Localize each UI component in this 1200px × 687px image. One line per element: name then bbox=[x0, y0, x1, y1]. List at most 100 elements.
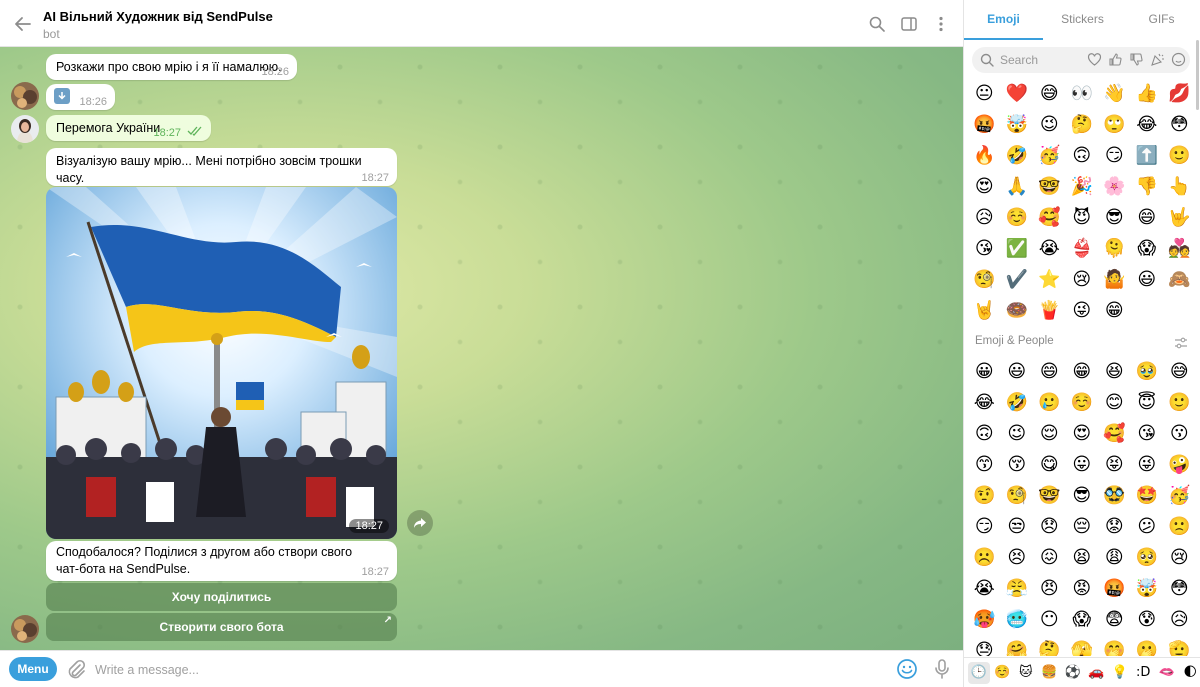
emoji-item[interactable]: 😅 bbox=[1033, 78, 1066, 109]
message-bubble[interactable]: Сподобалося? Поділися з другом або створ… bbox=[46, 541, 397, 581]
emoji-item[interactable]: 🙃 bbox=[968, 418, 1001, 449]
emoji-item[interactable]: 🥰 bbox=[1098, 418, 1131, 449]
emoji-item[interactable]: 🥲 bbox=[1033, 387, 1066, 418]
emoji-item[interactable]: 👀 bbox=[1066, 78, 1099, 109]
emoji-category-tab[interactable]: 🕒 bbox=[968, 661, 990, 684]
emoji-item[interactable]: 😓 bbox=[968, 635, 1001, 656]
emoji-item[interactable]: 🙁 bbox=[1163, 511, 1196, 542]
emoji-item[interactable]: 😳 bbox=[1163, 109, 1196, 140]
emoji-item[interactable]: 😕 bbox=[1131, 511, 1164, 542]
emoji-item[interactable]: 😣 bbox=[1001, 542, 1034, 573]
emoji-item[interactable]: 😒 bbox=[1001, 511, 1034, 542]
emoji-item[interactable]: 😭 bbox=[1033, 233, 1066, 264]
emoji-item[interactable]: 😟 bbox=[1098, 511, 1131, 542]
emoji-item[interactable]: 😏 bbox=[1098, 140, 1131, 171]
emoji-item[interactable]: 👙 bbox=[1066, 233, 1099, 264]
emoji-item[interactable]: 🤓 bbox=[1033, 171, 1066, 202]
emoji-item[interactable]: 😥 bbox=[1163, 604, 1196, 635]
menu-button[interactable]: Menu bbox=[9, 657, 57, 681]
emoji-item[interactable]: 😛 bbox=[1066, 449, 1099, 480]
emoji-item[interactable]: 😰 bbox=[1131, 604, 1164, 635]
emoji-item[interactable]: 🙈 bbox=[1163, 264, 1196, 295]
emoji-item[interactable]: 🫣 bbox=[1066, 635, 1099, 656]
emoji-item[interactable]: 😍 bbox=[1066, 418, 1099, 449]
emoji-item[interactable]: 😖 bbox=[1033, 542, 1066, 573]
emoji-item[interactable]: 🤟 bbox=[1163, 202, 1196, 233]
emoji-item[interactable]: 🥺 bbox=[1131, 542, 1164, 573]
emoji-item[interactable]: 😘 bbox=[1131, 418, 1164, 449]
emoji-category-tab[interactable]: 🌓 bbox=[1180, 662, 1200, 684]
tab-emoji[interactable]: Emoji bbox=[964, 0, 1043, 40]
emoji-item[interactable]: 😋 bbox=[1033, 449, 1066, 480]
emoji-item[interactable]: 😱 bbox=[1066, 604, 1099, 635]
emoji-item[interactable]: 🤪 bbox=[1163, 449, 1196, 480]
user-avatar[interactable] bbox=[11, 115, 39, 143]
emoji-item[interactable]: 😙 bbox=[968, 449, 1001, 480]
bot-avatar[interactable] bbox=[11, 615, 39, 643]
emoji-item[interactable]: 🍩 bbox=[1001, 295, 1034, 326]
create-bot-inline-button[interactable]: Створити свого бота ↗ bbox=[46, 613, 397, 641]
emoji-item[interactable]: 😡 bbox=[1066, 573, 1099, 604]
search-icon[interactable] bbox=[867, 14, 887, 34]
emoji-category-tab[interactable]: ⚽ bbox=[1062, 662, 1084, 684]
emoji-item[interactable]: 🫢 bbox=[1131, 635, 1164, 656]
emoji-category-tab[interactable]: ☺️ bbox=[992, 662, 1014, 684]
emoji-item[interactable]: 🥹 bbox=[1131, 356, 1164, 387]
emoji-item[interactable]: ☺️ bbox=[1066, 387, 1099, 418]
message-bubble[interactable]: Візуалізую вашу мрію... Мені потрібно зо… bbox=[46, 148, 397, 186]
emoji-item[interactable]: 😫 bbox=[1066, 542, 1099, 573]
emoji-item[interactable]: 💑 bbox=[1163, 233, 1196, 264]
emoji-item[interactable]: 🥳 bbox=[1163, 480, 1196, 511]
emoji-item[interactable]: 😃 bbox=[1131, 264, 1164, 295]
emoji-item[interactable]: 😆 bbox=[1098, 356, 1131, 387]
emoji-item[interactable]: 🙃 bbox=[1066, 140, 1099, 171]
emoji-category-tab[interactable]: 💡 bbox=[1109, 662, 1131, 684]
emoji-item[interactable]: 😄 bbox=[1131, 202, 1164, 233]
emoji-item[interactable]: 🥵 bbox=[968, 604, 1001, 635]
emoji-item[interactable]: 😏 bbox=[968, 511, 1001, 542]
message-input[interactable] bbox=[95, 659, 875, 681]
emoji-item[interactable]: 🍟 bbox=[1033, 295, 1066, 326]
emoji-item[interactable]: 😢 bbox=[1066, 264, 1099, 295]
emoji-item[interactable]: 😝 bbox=[1098, 449, 1131, 480]
emoji-item[interactable]: 😜 bbox=[1131, 449, 1164, 480]
emoji-item[interactable]: 🙄 bbox=[1098, 109, 1131, 140]
emoji-item[interactable]: 😥 bbox=[968, 202, 1001, 233]
emoji-item[interactable]: 💋 bbox=[1163, 78, 1196, 109]
emoji-item[interactable]: 😗 bbox=[1163, 418, 1196, 449]
more-vertical-icon[interactable] bbox=[931, 14, 951, 34]
emoji-item[interactable]: 😳 bbox=[1163, 573, 1196, 604]
thumbs-up-icon[interactable] bbox=[1108, 52, 1123, 67]
emoji-item[interactable]: 🤯 bbox=[1001, 109, 1034, 140]
emoji-item[interactable]: 👆 bbox=[1163, 171, 1196, 202]
emoji-item[interactable]: 🙂 bbox=[1163, 387, 1196, 418]
emoji-item[interactable]: 😠 bbox=[1033, 573, 1066, 604]
emoji-category-tab[interactable]: 🫦 bbox=[1156, 662, 1178, 684]
chat-title[interactable]: AI Вільний Художник від SendPulse bbox=[43, 9, 273, 24]
emoji-item[interactable]: 😉 bbox=[1001, 418, 1034, 449]
emoji-item[interactable]: 🤗 bbox=[1001, 635, 1034, 656]
emoji-item[interactable]: 😤 bbox=[1001, 573, 1034, 604]
emoji-item[interactable]: 👍 bbox=[1131, 78, 1164, 109]
emoji-item[interactable]: 👋 bbox=[1098, 78, 1131, 109]
emoji-category-tab[interactable]: 🍔 bbox=[1039, 662, 1061, 684]
emoji-item[interactable]: ✔️ bbox=[1001, 264, 1034, 295]
back-arrow-icon[interactable] bbox=[12, 13, 34, 35]
emoji-item[interactable]: 😅 bbox=[1163, 356, 1196, 387]
message-bubble[interactable]: Розкажи про свою мрію і я її намалюю. 18… bbox=[46, 54, 297, 80]
settings-sliders-icon[interactable] bbox=[1174, 337, 1188, 349]
share-inline-button[interactable]: Хочу поділитись bbox=[46, 583, 397, 611]
emoji-item[interactable]: 😞 bbox=[1033, 511, 1066, 542]
emoji-item[interactable]: 😈 bbox=[1066, 202, 1099, 233]
message-list[interactable]: Розкажи про свою мрію і я її намалюю. 18… bbox=[0, 47, 963, 650]
bot-avatar[interactable] bbox=[11, 82, 39, 110]
emoji-item[interactable]: 😁 bbox=[1066, 356, 1099, 387]
emoji-item[interactable]: 😎 bbox=[1066, 480, 1099, 511]
emoji-item[interactable]: 🤣 bbox=[1001, 140, 1034, 171]
emoji-item[interactable]: ⭐ bbox=[1033, 264, 1066, 295]
paperclip-icon[interactable] bbox=[66, 659, 86, 679]
emoji-item[interactable]: 🙂 bbox=[1163, 140, 1196, 171]
emoji-item[interactable]: 😢 bbox=[1163, 542, 1196, 573]
emoji-item[interactable]: 🥸 bbox=[1098, 480, 1131, 511]
emoji-toggle-icon[interactable] bbox=[896, 658, 918, 680]
